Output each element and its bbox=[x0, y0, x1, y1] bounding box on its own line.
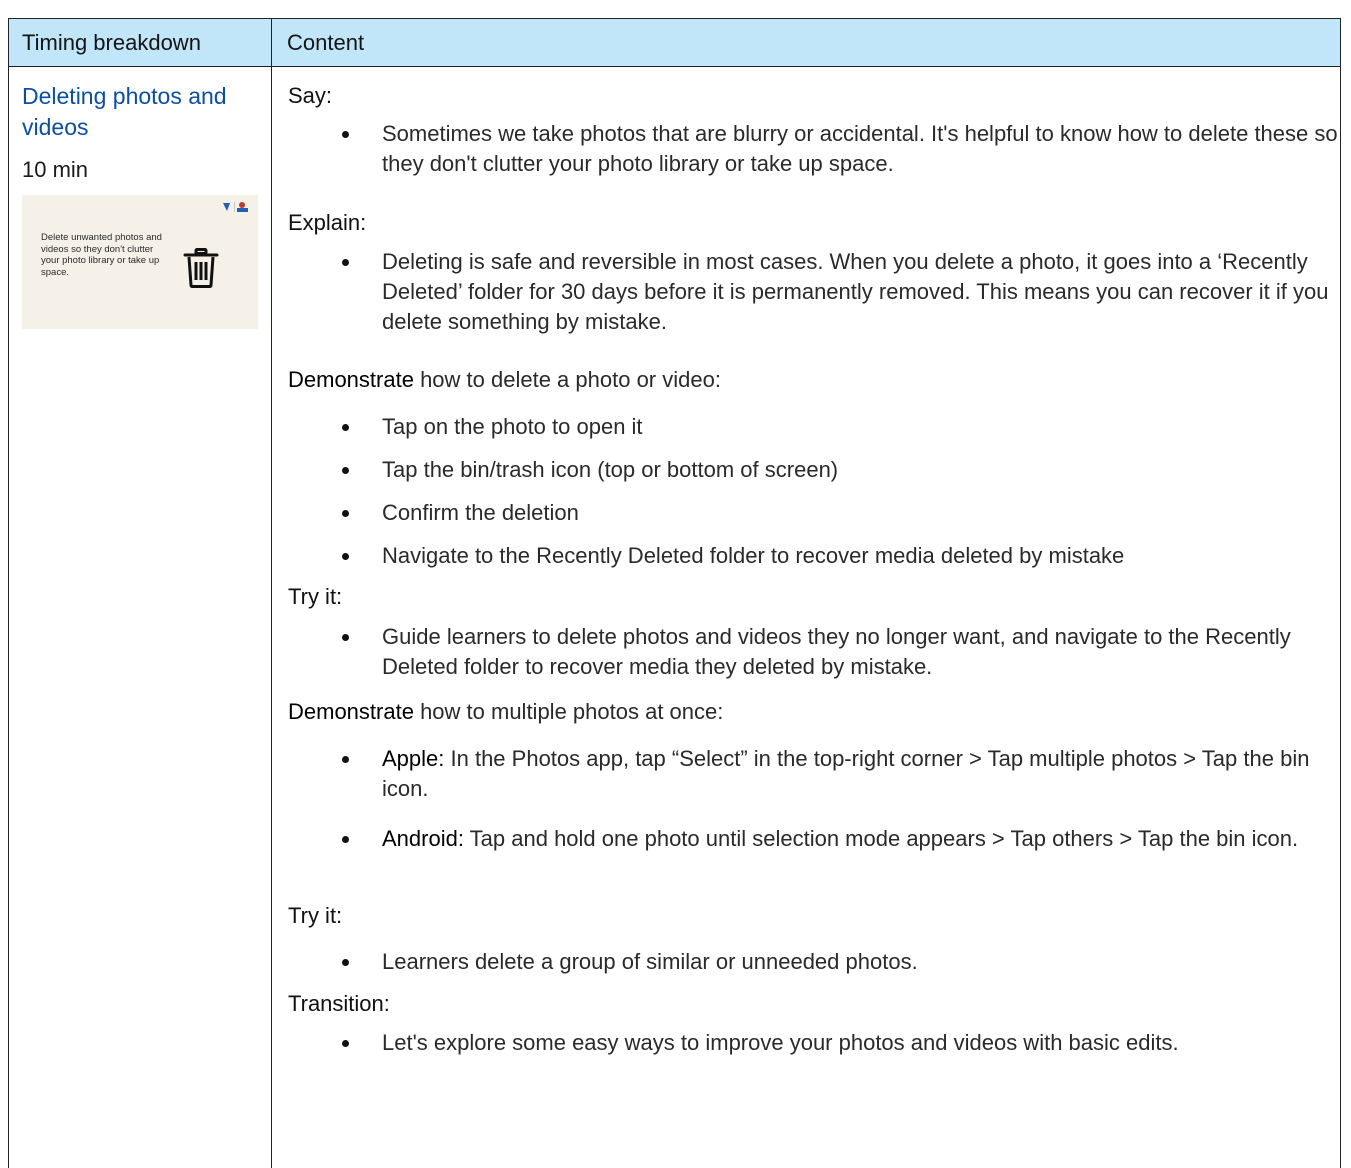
transition-bullet: Let's explore some easy ways to improve … bbox=[342, 1028, 1342, 1058]
demo1-bullet-3: Confirm the deletion bbox=[342, 498, 1342, 528]
bullet-text: In the Photos app, tap “Select” in the t… bbox=[382, 746, 1310, 801]
trash-bin-icon bbox=[183, 248, 219, 288]
slide-thumbnail: Delete unwanted photos and videos so the… bbox=[22, 195, 258, 329]
bullet-text: Tap and hold one photo until selection m… bbox=[463, 826, 1299, 851]
demonstrate-text: how to multiple photos at once: bbox=[413, 699, 724, 724]
transition-label: Transition: bbox=[288, 991, 390, 1016]
demo2-bullet-android: Android: Tap and hold one photo until se… bbox=[342, 824, 1342, 854]
demo1-bullet-1: Tap on the photo to open it bbox=[342, 412, 1342, 442]
say-label: Say: bbox=[288, 83, 333, 108]
say-bullet: Sometimes we take photos that are blurry… bbox=[342, 119, 1342, 179]
bullet-keyword: Android: bbox=[382, 826, 464, 851]
section-duration: 10 min bbox=[22, 157, 89, 182]
brand-logo bbox=[223, 202, 248, 212]
bullet-keyword: Apple: bbox=[382, 746, 445, 771]
explain-label: Explain: bbox=[288, 210, 367, 235]
slide-text: Delete unwanted photos and videos so the… bbox=[41, 232, 162, 278]
lesson-table: Timing breakdown Content Deleting photos… bbox=[8, 18, 1341, 1168]
demo1-bullet-4: Navigate to the Recently Deleted folder … bbox=[342, 541, 1342, 571]
column-divider bbox=[271, 19, 272, 1168]
demonstrate-keyword: Demonstrate bbox=[288, 367, 414, 392]
demonstrate-keyword: Demonstrate bbox=[288, 699, 414, 724]
table-header: Timing breakdown Content bbox=[9, 19, 1340, 67]
header-timing: Timing breakdown bbox=[22, 30, 201, 55]
demonstrate-intro-1: Demonstrate how to delete a photo or vid… bbox=[288, 367, 721, 393]
try-label-2: Try it: bbox=[288, 903, 343, 928]
header-content: Content bbox=[287, 30, 365, 55]
demonstrate-intro-2: Demonstrate how to multiple photos at on… bbox=[288, 699, 723, 725]
try2-bullet: Learners delete a group of similar or un… bbox=[342, 947, 1342, 977]
try1-bullet: Guide learners to delete photos and vide… bbox=[342, 622, 1342, 682]
try-label-1: Try it: bbox=[288, 584, 343, 609]
demo1-bullet-2: Tap the bin/trash icon (top or bottom of… bbox=[342, 455, 1342, 485]
demonstrate-text: how to delete a photo or video: bbox=[413, 367, 721, 392]
section-title: Deleting photos and videos bbox=[22, 83, 227, 140]
explain-bullet: Deleting is safe and reversible in most … bbox=[342, 247, 1342, 337]
demo2-bullet-apple: Apple: In the Photos app, tap “Select” i… bbox=[342, 744, 1342, 804]
